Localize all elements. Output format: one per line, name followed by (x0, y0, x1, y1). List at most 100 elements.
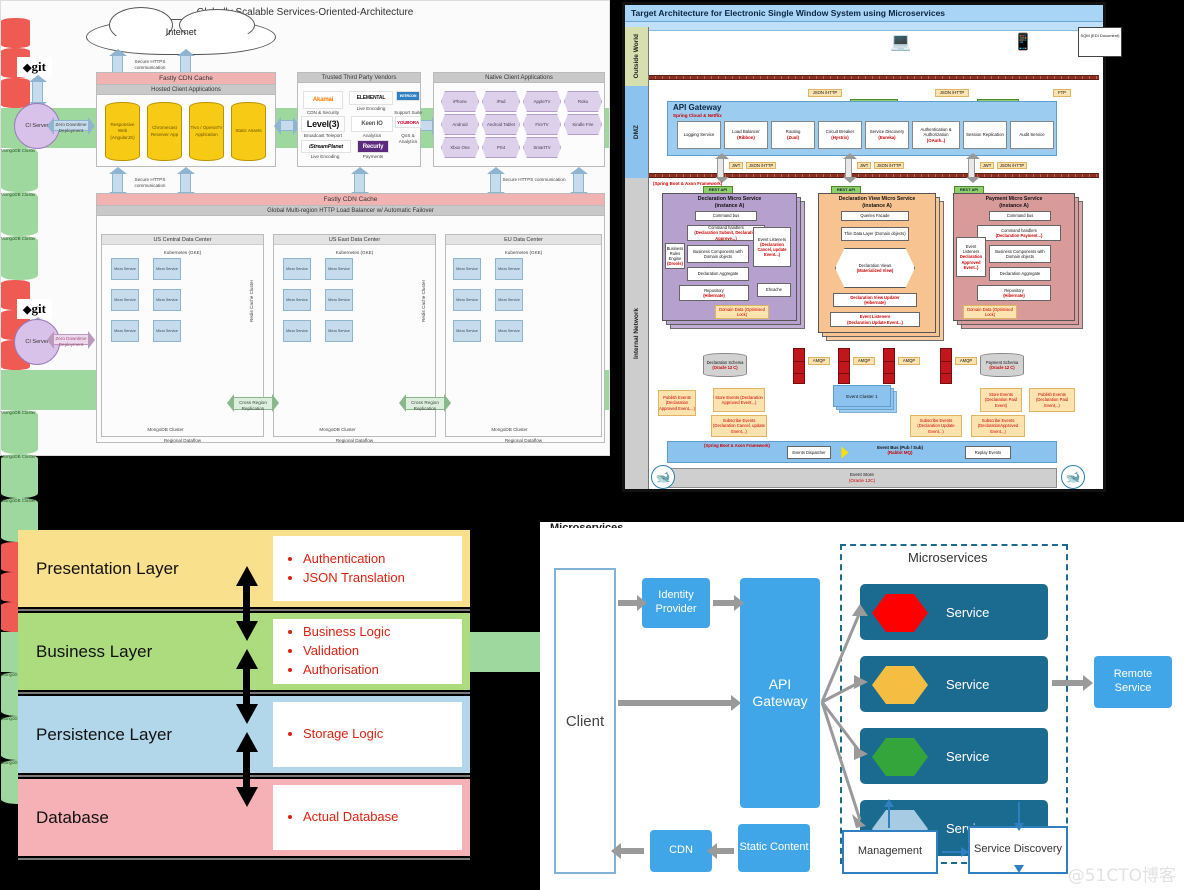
amqp-tag: AMQP (853, 357, 875, 365)
amqp-tag: AMQP (808, 357, 830, 365)
identity-to-gateway-arrow (713, 595, 744, 611)
service-row: Service (860, 584, 1048, 640)
layer-arrow-down (236, 621, 258, 641)
management-to-discovery-arrow (942, 847, 969, 857)
zero-downtime-label-2: Zero Downtime Deployment (55, 336, 87, 347)
micro-service-box: Micro Service (495, 258, 523, 280)
publish-events-note: Publish Events (Declaration Approved Eve… (658, 390, 696, 416)
gateway-to-service-arrow (714, 153, 729, 183)
regional-dataflow-footer: Regional Dataflow (163, 438, 202, 443)
target-architecture-diagram: Target Architecture for Electronic Singl… (622, 2, 1122, 492)
layer-arrow-up (236, 649, 258, 669)
declaration-views-hexagon: Declaration Views (Materialized View) (835, 248, 915, 288)
service-row: Service (860, 656, 1048, 712)
vendor-logo-intercom: INTERCOM (396, 91, 420, 101)
declaration-aggregate-box: Declaration Aggregate (989, 267, 1051, 281)
service-title: Declaration View Micro Service (instance … (838, 196, 916, 210)
mongodb-cluster-cylinder: MongoDB Cluster (1, 410, 38, 454)
microservices-overview-diagram: Microservices Client Identity Provider A… (540, 522, 1184, 890)
layer-bullet: Authorisation (303, 661, 456, 680)
static-content-box: Static Content (738, 824, 810, 872)
target-architecture-title: Target Architecture for Electronic Singl… (625, 5, 1103, 22)
service-hexagon-icon (872, 666, 928, 704)
publish-events-note: Publish Events (Declaration Paid Event,.… (1029, 388, 1075, 412)
https-note-3: Secure HTTPS communication (502, 177, 566, 182)
dmz-boundary-top (649, 75, 1099, 80)
layer-bullet: JSON Translation (303, 569, 456, 588)
domain-data-note: Domain Data (Optimised Lock) (715, 305, 769, 319)
native-client-hex: iPad (482, 91, 520, 112)
payment-schema-db: Payment Schema (Oracle 12 C) (980, 353, 1024, 377)
cdn-to-client-arrow (611, 843, 644, 859)
vendor-caption: Live Encoding (356, 106, 386, 111)
micro-service-box: Micro Service (283, 258, 311, 280)
micro-service-box: Micro Service (325, 258, 353, 280)
zone-internal-network: Internal Network (625, 178, 649, 489)
hosted-app-cylinder: Responsive Web (AngularJS) (105, 102, 140, 161)
amqp-tag: AMQP (898, 357, 920, 365)
layer-bullets: Storage Logic (273, 702, 462, 767)
docker-icon: 🐋 (651, 465, 675, 489)
jwt-tag: JWT (980, 162, 994, 169)
command-handlers-box: Command handlers (Declaration Payment...) (977, 225, 1061, 241)
vendor-caption: CDN & Security (306, 110, 340, 115)
regional-dataflow-footer: Regional Dataflow (504, 438, 543, 443)
git-badge-bottom: ◆git (17, 299, 52, 319)
redis-cluster-label: Redis Cache Cluster (421, 279, 426, 323)
vendor-caption: QoS & Analytics (398, 133, 418, 144)
api-gateway-box: API Gateway (740, 578, 820, 808)
vendor-logo-akamai: Akamai (303, 91, 343, 109)
amqp-tag: AMQP (955, 357, 977, 365)
view-updater-box: Declaration View Updater (Hibernate) (833, 293, 917, 307)
layer-name: Database (36, 807, 109, 827)
native-client-hex: Roku (564, 91, 602, 112)
target-title-underbar (625, 22, 1103, 31)
native-client-applications-label: Native Client Applications (434, 73, 604, 83)
service-row: Service (860, 728, 1048, 784)
https-note-1: Secure HTTPS communication (134, 59, 166, 70)
layer-bullet: Business Logic (303, 623, 456, 642)
event-listeners-box: Event Listeners Declaration Approved Even… (956, 237, 986, 277)
static-to-cdn-arrow (707, 843, 734, 859)
docker-icon: 🐋 (1061, 465, 1085, 489)
business-components-box: Business Components with Domain objects (687, 245, 749, 263)
watermark: @51CTO博客 (1067, 866, 1176, 886)
layer-name: Presentation Layer (36, 558, 179, 578)
vendor-caption: Broadcast Teleport (303, 133, 343, 138)
flow-arrow-icon (841, 446, 849, 459)
mongodb-cluster-cylinder: MongoDB Cluster (1, 454, 38, 498)
kubernetes-label: Kubernetes (GKE) (335, 250, 374, 255)
hosted-client-applications-label: Hosted Client Applications (97, 85, 275, 95)
identity-provider-box: Identity Provider (642, 578, 710, 628)
native-client-hex: iPhone (441, 91, 479, 112)
protocol-tag: JSON /HTTP (808, 89, 842, 97)
gateway-item: Service Discovery (Eureka) (865, 121, 909, 149)
gateway-to-service-arrow (965, 153, 980, 183)
layered-architecture-diagram: Presentation Layer Authentication JSON T… (18, 530, 470, 882)
client-to-gateway-arrow (618, 695, 741, 711)
mongo-cluster-footer: MongoDB Cluster (147, 427, 184, 432)
fastly-cdn-cache-label-2: Fastly CDN Cache (97, 194, 604, 206)
redis-cache-cylinder (1, 18, 30, 48)
redis-cache-cylinder (1, 78, 30, 108)
json-http-tag: JSON /HTTP (997, 162, 1027, 169)
micro-service-box: Micro Service (495, 320, 523, 342)
gateway-item: Circuit Breaker (Hystrix) (818, 121, 862, 149)
remote-service-box: Remote Service (1094, 656, 1172, 708)
gateway-item: Audit Service (1010, 121, 1054, 149)
command-bus-box: Command bus (695, 211, 757, 221)
protocol-tag: JSON /HTTP (935, 89, 969, 97)
hosted-app-cylinder: Static Assets (231, 102, 266, 161)
service-title: Declaration Micro Service (instance A) (697, 196, 762, 210)
layer-bullet: Validation (303, 642, 456, 661)
soa-title: Globally Scalable Services-Oriented-Arch… (196, 7, 414, 18)
amqp-queue-bar (883, 348, 895, 384)
layer-arrow-stem (243, 751, 250, 789)
layer-name: Business Layer (36, 641, 153, 661)
micro-service-box: Micro Service (495, 289, 523, 311)
native-client-hex: Android (441, 114, 479, 135)
layer-bullets: Actual Database (273, 785, 462, 850)
native-client-hex: Android Tablet (482, 114, 520, 135)
micro-service-box: Micro Service (325, 320, 353, 342)
https-arrow-down-d (487, 167, 505, 199)
